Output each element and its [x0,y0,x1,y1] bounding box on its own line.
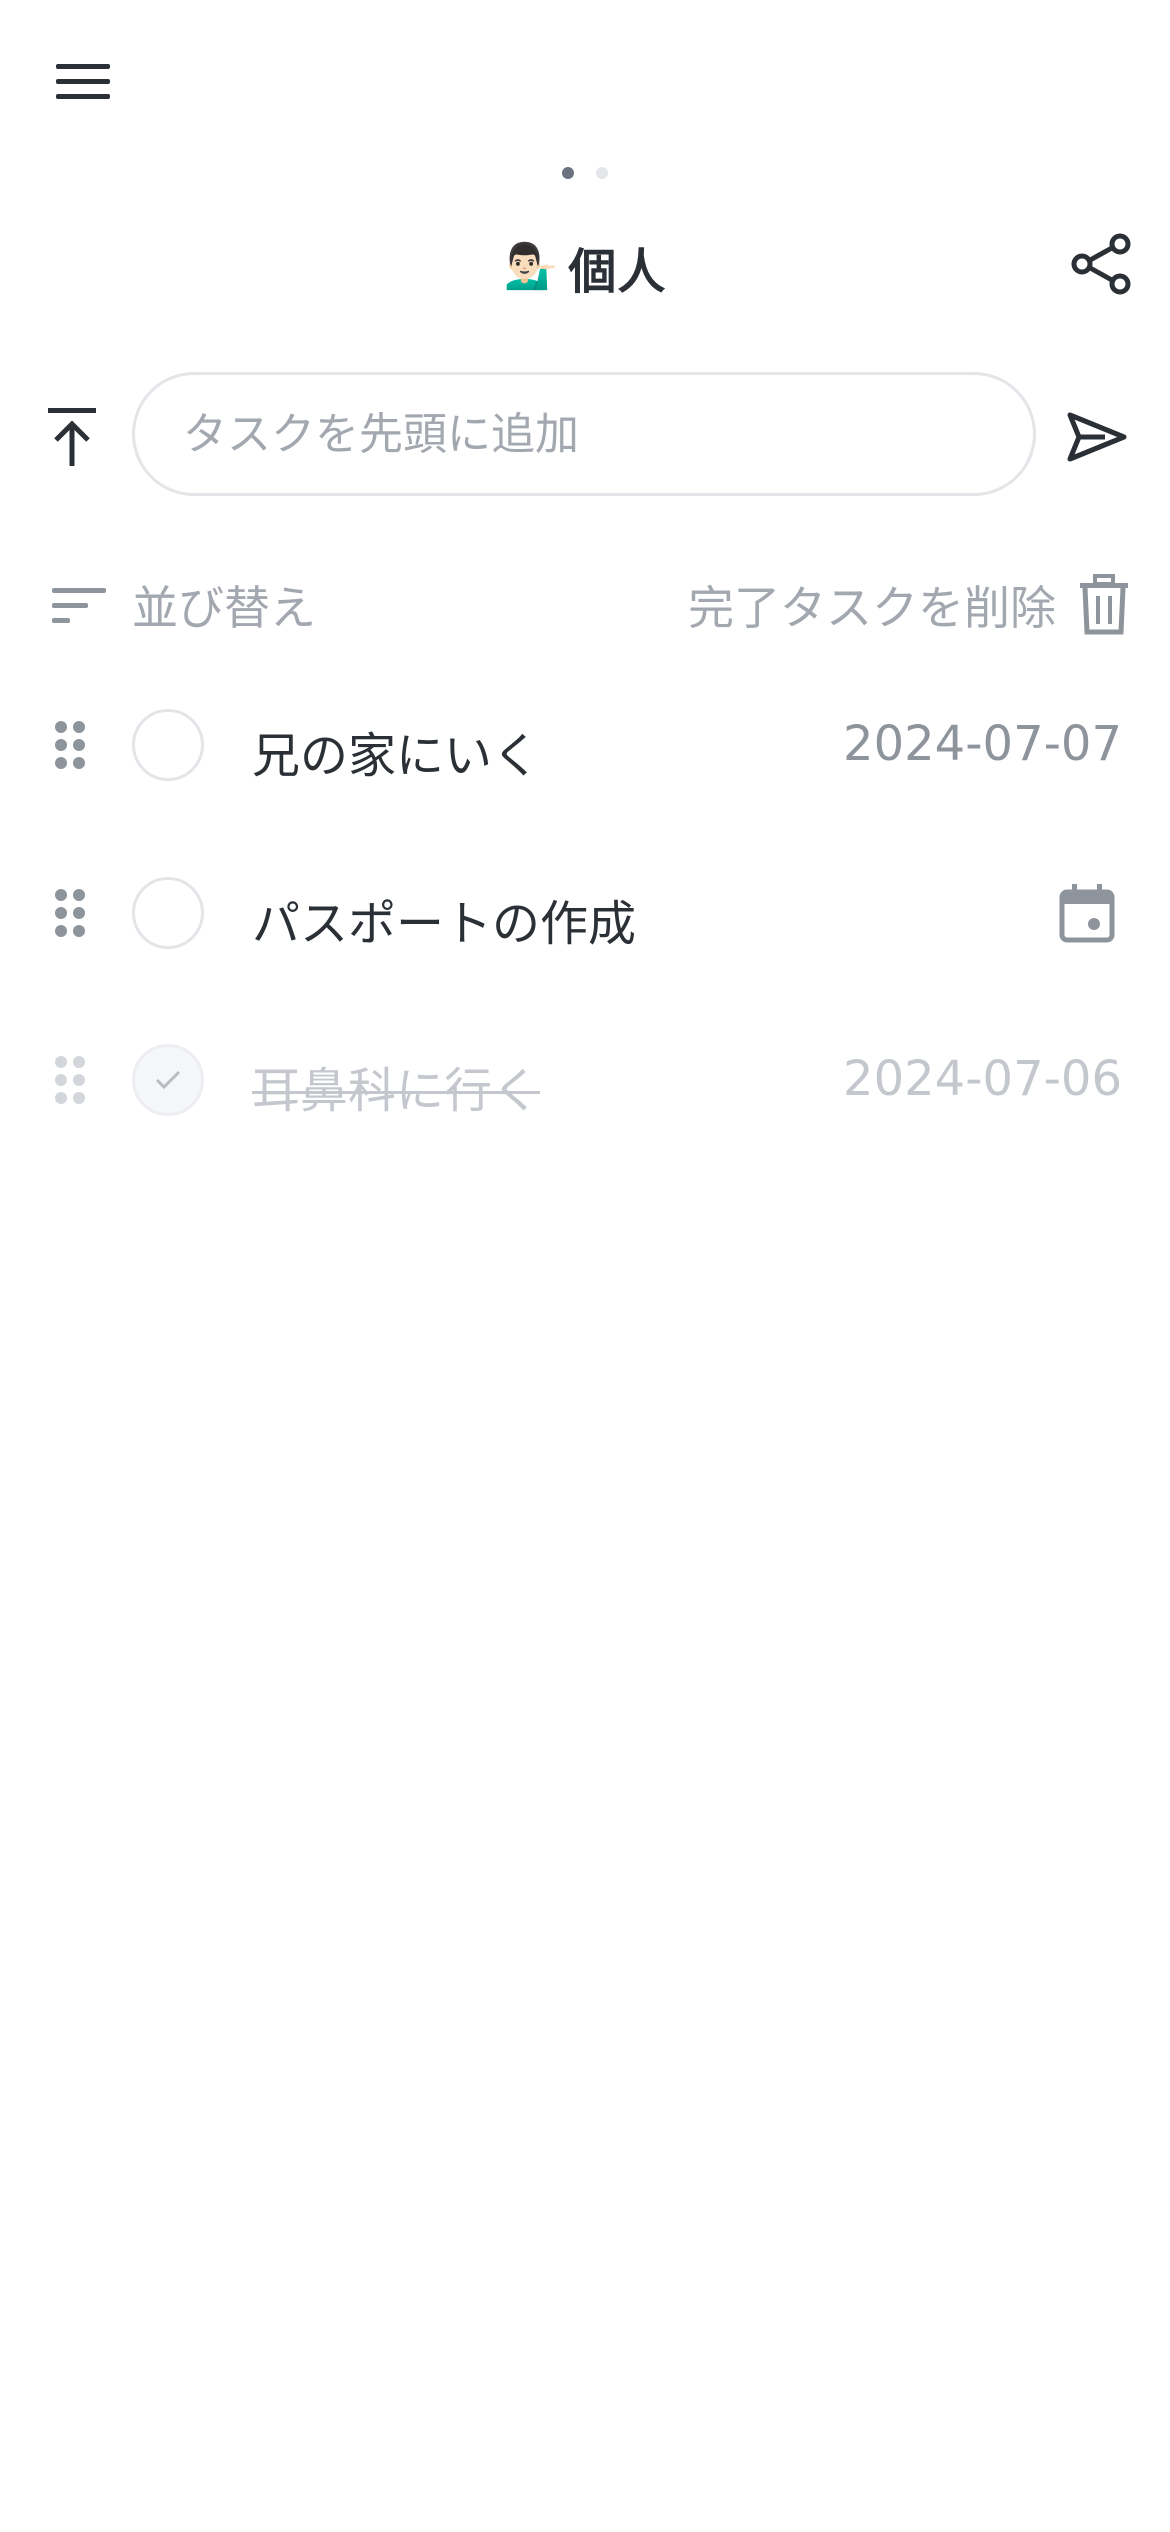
trash-icon [1080,574,1128,635]
task-checkbox[interactable] [132,709,204,781]
drag-handle-icon [55,1056,85,1104]
menu-button[interactable] [40,42,128,122]
task-due-date[interactable]: 2024-07-06 [843,1051,1122,1107]
check-icon [155,1070,181,1090]
list-title-text: 個人 [568,244,667,300]
page-dot-active[interactable] [562,167,574,179]
drag-handle[interactable] [50,710,90,780]
task-row-completed[interactable]: 耳鼻科に行く 2024-07-06 [0,1015,1170,1145]
task-row[interactable]: 兄の家にいく 2024-07-07 [0,680,1170,810]
send-icon [1067,412,1127,462]
share-button[interactable] [1060,222,1144,306]
share-icon [1071,233,1131,295]
task-due-date[interactable]: 2024-07-07 [843,716,1122,772]
sort-button[interactable]: 並び替え [50,565,350,645]
list-emoji: 💁🏻‍♂️ [503,241,559,292]
delete-completed-button[interactable]: 完了タスクを削除 [640,565,1130,645]
set-date-button[interactable] [1050,876,1124,950]
calendar-icon [1059,884,1115,943]
add-to-top-toggle[interactable] [30,392,114,482]
task-row[interactable]: パスポートの作成 [0,848,1170,978]
sort-label: 並び替え [132,581,316,635]
sort-icon [52,588,106,623]
drag-handle[interactable] [50,878,90,948]
list-title: 💁🏻‍♂️ 個人 [300,222,870,312]
delete-completed-label: 完了タスクを削除 [688,581,1056,635]
task-title[interactable]: パスポートの作成 [252,884,636,954]
task-checkbox-checked[interactable] [132,1044,204,1116]
add-task-input[interactable] [132,372,1036,496]
task-checkbox[interactable] [132,877,204,949]
page-indicator [540,163,630,183]
send-button[interactable] [1052,392,1142,482]
todo-screen: 💁🏻‍♂️ 個人 並び替 [0,0,1170,2532]
page-dot[interactable] [596,167,608,179]
hamburger-icon [56,64,110,99]
task-title[interactable]: 兄の家にいく [252,716,540,786]
drag-handle[interactable] [50,1045,90,1115]
drag-handle-icon [55,889,85,937]
arrow-to-top-icon [48,408,96,466]
task-title[interactable]: 耳鼻科に行く [252,1051,540,1121]
drag-handle-icon [55,721,85,769]
